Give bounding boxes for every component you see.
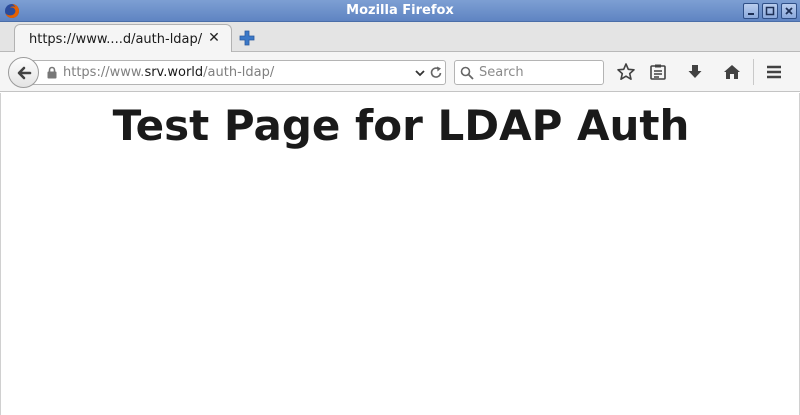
star-icon[interactable] bbox=[616, 62, 636, 82]
back-arrow-icon bbox=[17, 66, 31, 79]
back-button[interactable] bbox=[8, 57, 39, 88]
new-tab-button[interactable] bbox=[238, 29, 256, 47]
lock-icon bbox=[47, 66, 57, 79]
tab-title: https://www....d/auth-ldap/ bbox=[29, 31, 203, 47]
close-window-button[interactable] bbox=[781, 3, 797, 19]
url-prefix: https://www. bbox=[63, 65, 145, 80]
firefox-icon bbox=[5, 3, 20, 18]
search-bar[interactable]: Search bbox=[454, 60, 604, 85]
chevron-down-icon[interactable] bbox=[414, 68, 426, 78]
toolbar-separator bbox=[753, 59, 754, 85]
close-icon bbox=[785, 7, 793, 15]
minimize-icon bbox=[748, 13, 754, 15]
page-content: Test Page for LDAP Auth bbox=[0, 93, 800, 415]
url-path: /auth-ldap/ bbox=[203, 65, 275, 80]
window-title: Mozilla Firefox bbox=[346, 3, 454, 18]
search-placeholder: Search bbox=[479, 65, 524, 80]
search-icon bbox=[460, 66, 474, 80]
window-titlebar: Mozilla Firefox bbox=[0, 0, 800, 22]
url-bar[interactable]: https://www.srv.world/auth-ldap/ bbox=[30, 60, 446, 85]
reload-icon[interactable] bbox=[429, 65, 443, 80]
url-host: srv.world bbox=[144, 65, 204, 80]
tab-active[interactable]: https://www....d/auth-ldap/ ✕ bbox=[14, 24, 232, 53]
url-text: https://www.srv.world/auth-ldap/ bbox=[63, 65, 274, 80]
maximize-button[interactable] bbox=[762, 3, 778, 19]
tab-close-icon[interactable]: ✕ bbox=[207, 31, 221, 45]
page-heading: Test Page for LDAP Auth bbox=[112, 101, 690, 150]
maximize-icon bbox=[765, 6, 775, 16]
download-icon[interactable] bbox=[685, 62, 705, 82]
home-icon[interactable] bbox=[722, 62, 742, 82]
tab-strip: https://www....d/auth-ldap/ ✕ bbox=[0, 22, 800, 53]
clipboard-icon[interactable] bbox=[648, 62, 668, 82]
navigation-toolbar: https://www.srv.world/auth-ldap/ Search bbox=[0, 52, 800, 92]
minimize-button[interactable] bbox=[743, 3, 759, 19]
hamburger-menu-icon[interactable] bbox=[764, 62, 784, 82]
